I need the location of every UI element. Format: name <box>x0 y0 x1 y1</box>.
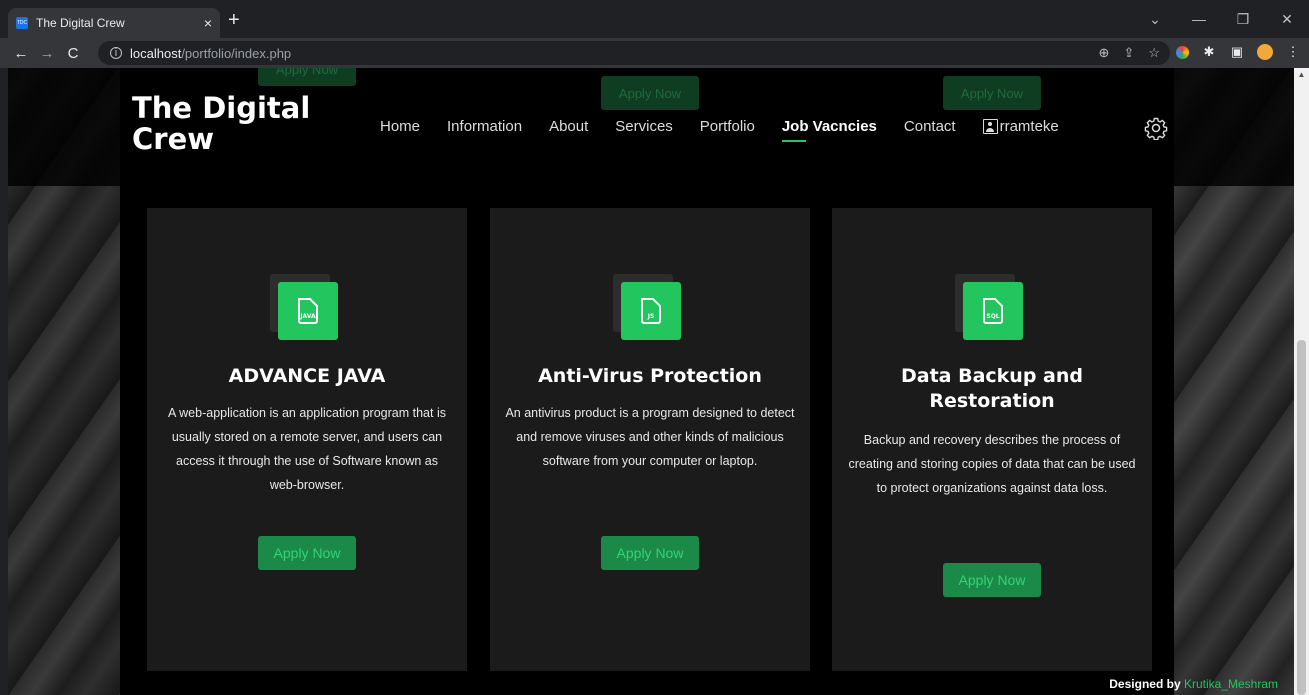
java-file-icon: JAVA <box>298 298 318 324</box>
extensions-puzzle-icon[interactable]: ✱ <box>1201 44 1217 60</box>
card-description: Backup and recovery describes the proces… <box>848 433 1136 495</box>
url-path: /portfolio/index.php <box>181 45 292 61</box>
job-card: SQL Data Backup and Restoration Backup a… <box>832 208 1152 671</box>
ghost-apply-button: Apply Now <box>943 76 1041 110</box>
card-icon: JS <box>613 274 681 340</box>
color-extension-icon[interactable] <box>1176 45 1189 59</box>
url-host: localhost <box>130 45 182 61</box>
reload-icon[interactable]: C <box>60 45 86 62</box>
page-viewport: Apply Now Apply Now Apply Now The Digita… <box>8 68 1294 695</box>
new-tab-button[interactable]: + <box>228 10 240 30</box>
profile-avatar-icon[interactable] <box>1257 44 1273 60</box>
nav-user-account[interactable]: rramteke <box>982 118 1059 135</box>
apply-now-button[interactable]: Apply Now <box>943 563 1041 597</box>
address-bar[interactable]: i localhost/portfolio/index.php ⊕ ⇪ ☆ <box>98 41 1170 65</box>
card-description: A web-application is an application prog… <box>168 406 446 492</box>
ghost-apply-button: Apply Now <box>258 68 356 86</box>
nav-about[interactable]: About <box>549 118 588 135</box>
page-scrollbar[interactable]: ▲ <box>1294 68 1309 695</box>
minimize-button[interactable]: — <box>1177 11 1221 27</box>
scroll-thumb[interactable] <box>1297 340 1306 695</box>
card-description: An antivirus product is a program design… <box>505 406 795 468</box>
close-window-button[interactable]: ✕ <box>1265 11 1309 28</box>
card-icon: SQL <box>955 274 1023 340</box>
apply-now-button[interactable]: Apply Now <box>258 536 356 570</box>
nav-contact[interactable]: Contact <box>904 118 956 135</box>
browser-tab[interactable]: TDC The Digital Crew × <box>8 8 220 38</box>
ghost-apply-button: Apply Now <box>601 76 699 110</box>
settings-gear-icon[interactable] <box>1144 116 1168 140</box>
job-card: JAVA ADVANCE JAVA A web-application is a… <box>147 208 467 671</box>
nav-services[interactable]: Services <box>615 118 673 135</box>
nav-information[interactable]: Information <box>447 118 522 135</box>
footer-credit: Designed by Krutika_Meshram <box>1109 677 1278 691</box>
svg-text:JAVA: JAVA <box>299 313 316 320</box>
window-controls: ⌄ — ❐ ✕ <box>1133 0 1309 38</box>
sql-file-icon: SQL <box>983 298 1003 324</box>
browser-toolbar: ← → C i localhost/portfolio/index.php ⊕ … <box>0 38 1309 68</box>
forward-arrow-icon[interactable]: → <box>34 45 60 62</box>
back-arrow-icon[interactable]: ← <box>8 45 34 62</box>
nav-job-vacancies[interactable]: Job Vacncies <box>781 118 877 142</box>
main-nav: Home Information About Services Portfoli… <box>380 118 1086 142</box>
site-logo[interactable]: The Digital Crew <box>132 93 342 155</box>
card-title: ADVANCE JAVA <box>228 365 386 387</box>
zoom-icon[interactable]: ⊕ <box>1099 45 1110 61</box>
svg-text:JS: JS <box>647 313 655 320</box>
tab-title: The Digital Crew <box>36 16 125 30</box>
card-title: Anti-Virus Protection <box>538 365 762 387</box>
nav-portfolio[interactable]: Portfolio <box>700 118 755 135</box>
svg-text:SQL: SQL <box>986 313 999 320</box>
nav-home[interactable]: Home <box>380 118 420 135</box>
apply-now-button[interactable]: Apply Now <box>601 536 699 570</box>
bookmark-star-icon[interactable]: ☆ <box>1148 45 1160 61</box>
tab-search-icon[interactable]: ⌄ <box>1133 11 1177 28</box>
card-icon: JAVA <box>270 274 338 340</box>
author-link[interactable]: Krutika_Meshram <box>1184 677 1278 691</box>
restore-button[interactable]: ❐ <box>1221 11 1265 28</box>
tab-close-icon[interactable]: × <box>204 15 212 31</box>
scroll-up-arrow-icon[interactable]: ▲ <box>1294 68 1309 82</box>
job-card: JS Anti-Virus Protection An antivirus pr… <box>490 208 810 671</box>
site-header: Apply Now Apply Now Apply Now The Digita… <box>8 68 1294 186</box>
js-file-icon: JS <box>641 298 661 324</box>
site-info-icon[interactable]: i <box>110 47 122 59</box>
browser-titlebar: TDC The Digital Crew × + ⌄ — ❐ ✕ <box>0 0 1309 38</box>
side-panel-icon[interactable]: ▣ <box>1229 44 1245 60</box>
card-title: Data Backup and Restoration <box>900 365 1083 412</box>
username: rramteke <box>999 118 1059 135</box>
browser-menu-icon[interactable]: ⋮ <box>1285 44 1301 60</box>
user-icon <box>982 119 998 134</box>
share-icon[interactable]: ⇪ <box>1123 45 1134 61</box>
footer-prefix: Designed by <box>1109 677 1181 691</box>
favicon-icon: TDC <box>16 17 28 29</box>
